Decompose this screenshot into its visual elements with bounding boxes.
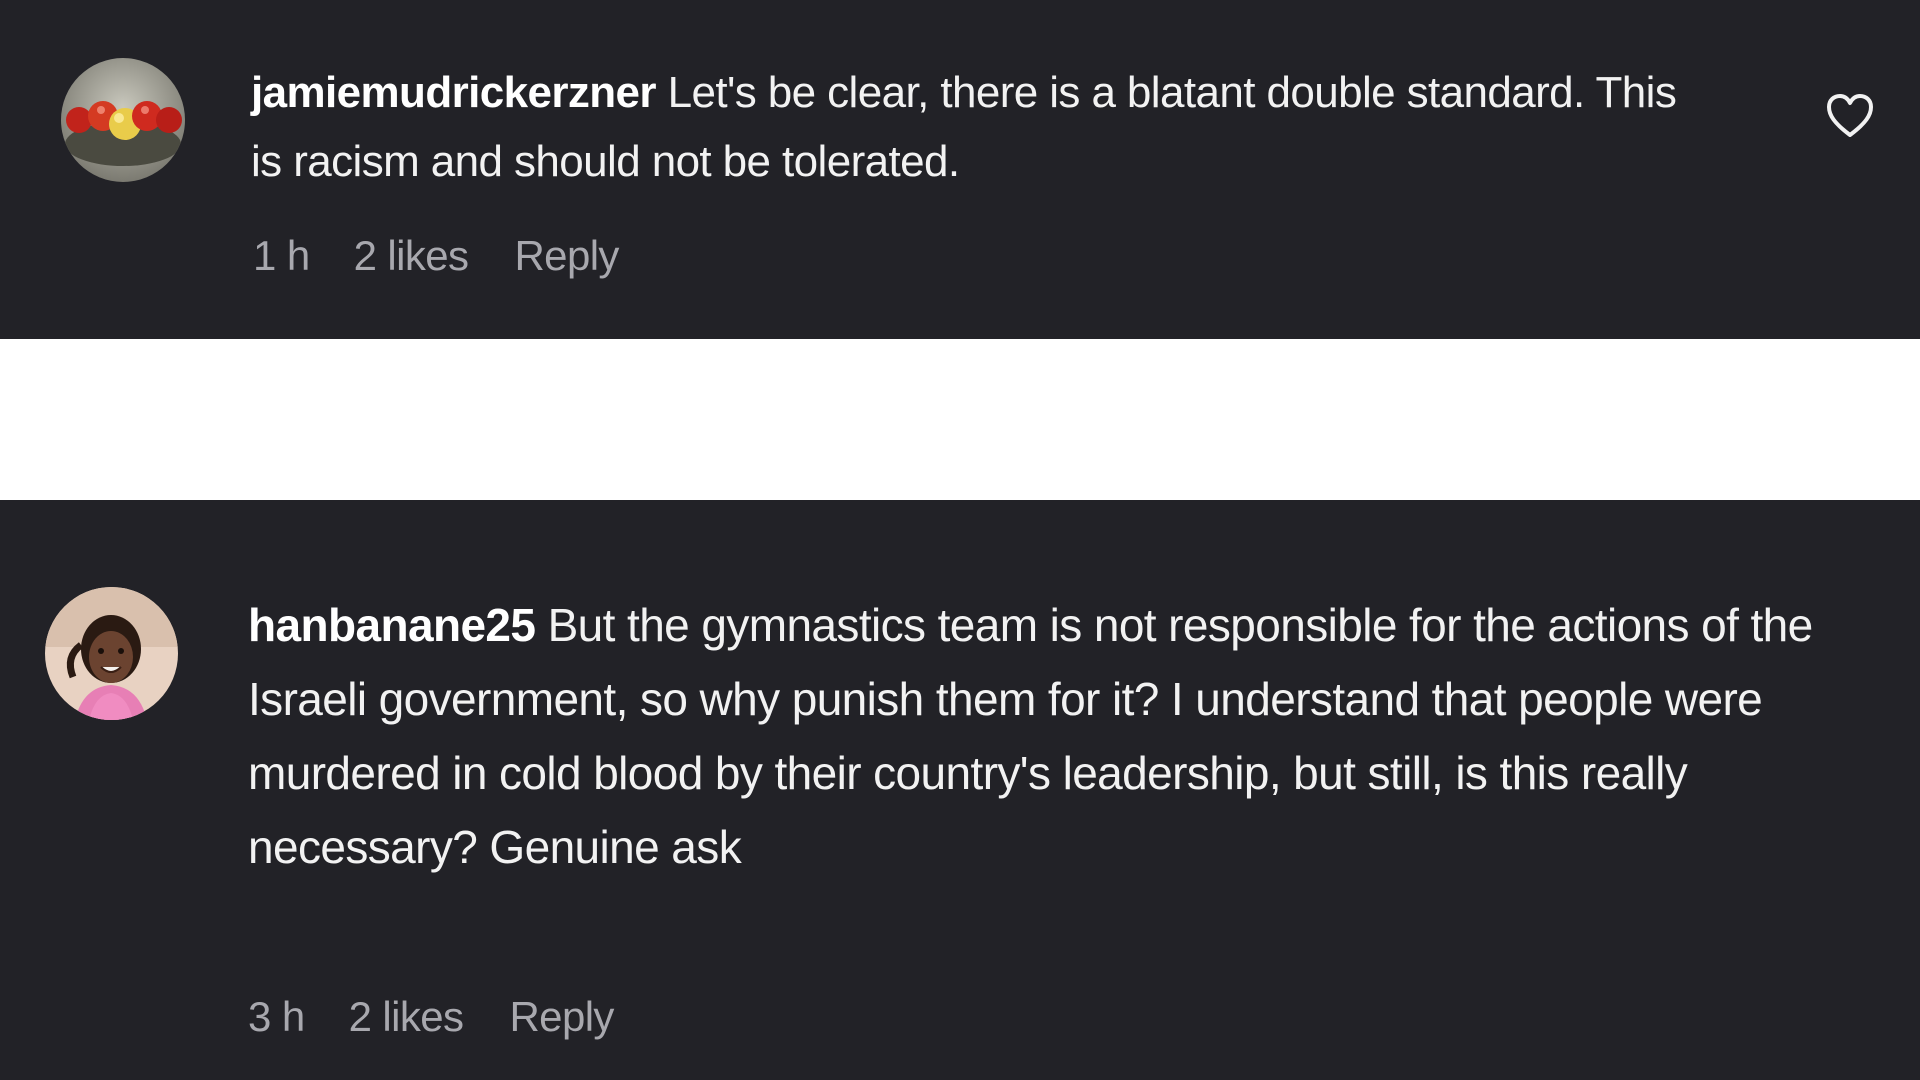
reply-button[interactable]: Reply: [509, 993, 614, 1041]
comment-username[interactable]: hanbanane25: [248, 599, 536, 651]
heart-outline-icon[interactable]: [1826, 94, 1874, 138]
avatar-person-image: [45, 587, 178, 720]
avatar-apples-image: [61, 58, 185, 182]
comment-meta: 1 h 2 likes Reply: [253, 232, 619, 280]
comment-likes-count[interactable]: 2 likes: [349, 993, 464, 1041]
comment-meta: 3 h 2 likes Reply: [248, 993, 614, 1041]
comment-body: hanbanane25 But the gymnastics team is n…: [248, 588, 1838, 884]
comment-username[interactable]: jamiemudrickerzner: [251, 68, 657, 117]
user-avatar[interactable]: [61, 58, 185, 182]
comment-panel-1: jamiemudrickerzner Let's be clear, there…: [0, 0, 1920, 339]
comment-timestamp[interactable]: 1 h: [253, 232, 310, 280]
user-avatar[interactable]: [45, 587, 178, 720]
comment-likes-count[interactable]: 2 likes: [354, 232, 469, 280]
reply-button[interactable]: Reply: [514, 232, 619, 280]
comment-body: jamiemudrickerzner Let's be clear, there…: [251, 58, 1711, 196]
comment-timestamp[interactable]: 3 h: [248, 993, 305, 1041]
